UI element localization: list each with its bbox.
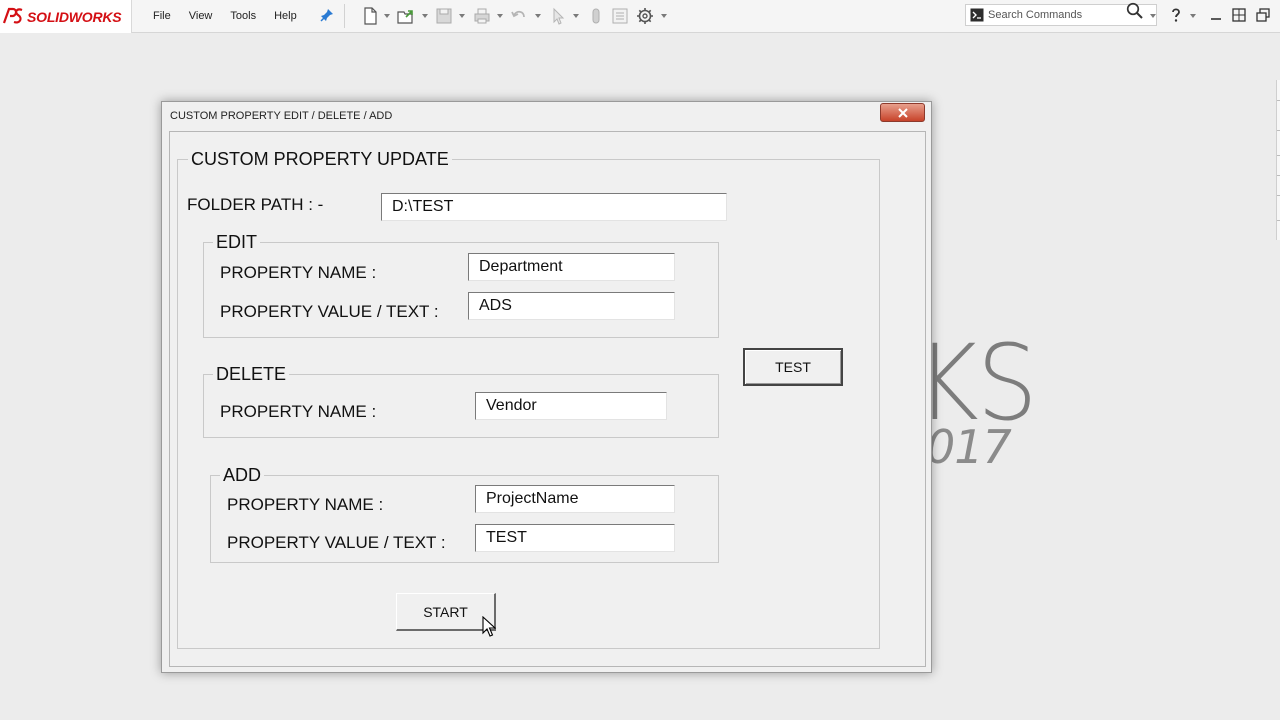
add-property-value-input[interactable] [475,524,675,552]
test-button[interactable]: TEST [743,348,843,386]
minimize-icon[interactable] [1208,7,1224,23]
chevron-down-icon[interactable] [384,14,390,18]
add-property-value-label: PROPERTY VALUE / TEXT : [227,533,446,552]
new-document-icon[interactable] [360,6,380,26]
toolbar-separator [344,4,345,28]
print-icon[interactable] [472,6,492,26]
select-icon[interactable] [548,6,568,26]
edit-property-name-label: PROPERTY NAME : [220,263,377,282]
folder-path-label: FOLDER PATH : - [187,195,324,214]
task-pane-tabs[interactable] [1276,80,1280,240]
undo-icon[interactable] [509,6,529,26]
chevron-down-icon[interactable] [497,14,503,18]
close-button[interactable] [880,103,925,122]
file-properties-icon[interactable] [610,6,630,26]
open-icon[interactable] [396,6,416,26]
options-gear-icon[interactable] [635,6,655,26]
solidworks-title-bar: SOLIDWORKS File View Tools Help [0,0,1280,33]
chevron-down-icon[interactable] [573,14,579,18]
dialog-title: CUSTOM PROPERTY EDIT / DELETE / ADD [170,110,393,122]
main-menu: File View Tools Help [150,0,312,32]
folder-path-input[interactable] [381,193,727,221]
ds-logo-icon [2,7,23,24]
edit-property-value-label: PROPERTY VALUE / TEXT : [220,302,439,321]
group-title: CUSTOM PROPERTY UPDATE [188,149,452,170]
menu-tools[interactable]: Tools [230,10,256,22]
background-watermark-year: 017 [926,420,1012,474]
help-icon[interactable] [1168,7,1184,23]
search-input[interactable] [988,7,1118,23]
delete-property-name-label: PROPERTY NAME : [220,402,377,421]
menu-help[interactable]: Help [274,10,297,22]
restore-icon[interactable] [1255,7,1271,23]
solidworks-logo[interactable]: SOLIDWORKS [0,0,132,33]
menu-view[interactable]: View [189,10,213,22]
save-icon[interactable] [434,6,454,26]
delete-property-name-input[interactable] [475,392,667,420]
delete-group-title: DELETE [213,364,290,385]
chevron-down-icon[interactable] [459,14,465,18]
command-search-icon [970,8,984,22]
search-icon[interactable] [1126,2,1144,20]
chevron-down-icon[interactable] [535,14,541,18]
close-icon [897,107,908,118]
add-property-name-label: PROPERTY NAME : [227,495,384,514]
chevron-down-icon[interactable] [1150,14,1156,18]
rebuild-icon[interactable] [586,6,606,26]
pin-icon[interactable] [320,8,334,22]
brand-name: SOLIDWORKS [27,9,122,25]
start-button[interactable]: START [396,593,496,631]
tile-windows-icon[interactable] [1231,7,1247,23]
edit-group-title: EDIT [213,232,261,253]
dialog-client-area: CUSTOM PROPERTY UPDATE FOLDER PATH : - E… [169,131,926,667]
menu-file[interactable]: File [153,10,171,22]
add-group-title: ADD [220,465,265,486]
custom-property-dialog: CUSTOM PROPERTY EDIT / DELETE / ADD CUST… [161,101,932,673]
chevron-down-icon[interactable] [422,14,428,18]
chevron-down-icon[interactable] [661,14,667,18]
mouse-cursor-icon [482,616,496,637]
edit-property-name-input[interactable] [468,253,675,281]
chevron-down-icon[interactable] [1190,14,1196,18]
edit-property-value-input[interactable] [468,292,675,320]
add-property-name-input[interactable] [475,485,675,513]
